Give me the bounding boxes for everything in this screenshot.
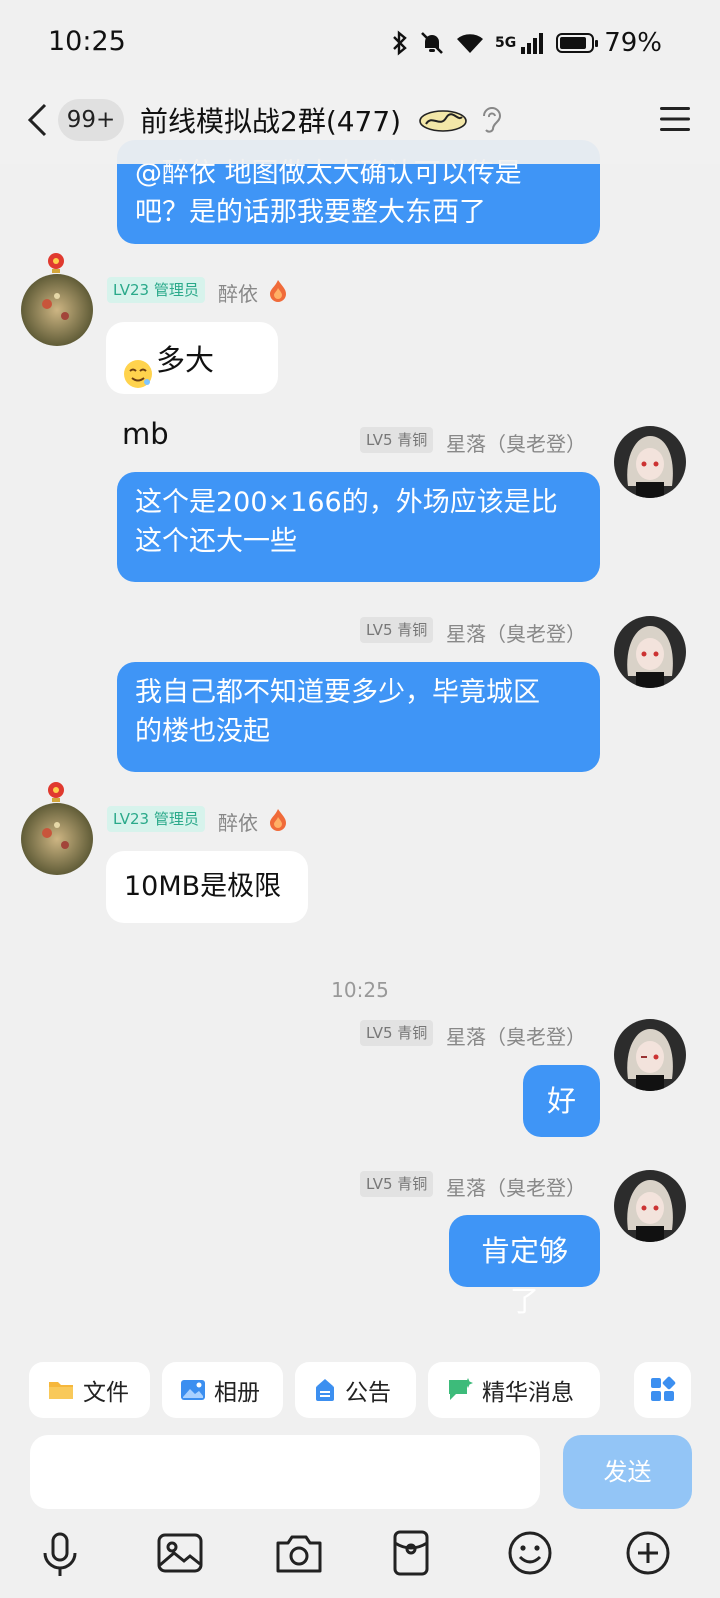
essence-icon — [449, 1378, 473, 1400]
album-icon — [181, 1380, 205, 1400]
camera-icon[interactable] — [273, 1527, 325, 1579]
mute-bell-icon — [421, 32, 443, 54]
level-badge: LV23 管理员 — [107, 277, 205, 303]
image-icon[interactable] — [154, 1527, 206, 1579]
ear-icon[interactable] — [480, 104, 502, 136]
network-label: 5G — [494, 35, 517, 51]
back-icon[interactable] — [26, 102, 48, 138]
level-badge: LV5 青铜 — [360, 1171, 434, 1197]
sender-name[interactable]: 星落（臭老登） — [446, 1172, 586, 1201]
avatar-zuiyi[interactable] — [21, 274, 93, 346]
time-separator: 10:25 — [331, 978, 389, 1002]
avatar-xingluo[interactable] — [614, 1170, 686, 1242]
avatar-xingluo[interactable] — [614, 426, 686, 498]
sender-name[interactable]: 醉依 — [218, 807, 258, 836]
menu-icon[interactable] — [658, 104, 692, 134]
battery-percent: 79% — [604, 28, 662, 58]
message-bubble[interactable]: 好 — [523, 1065, 600, 1137]
message-bubble[interactable]: 我自己都不知道要多少，毕竟城区 的楼也没起 — [117, 662, 600, 772]
chat-title[interactable]: 前线模拟战2群(477) — [140, 100, 401, 140]
send-button[interactable]: 发送 — [563, 1435, 692, 1509]
signal-icon — [521, 33, 544, 54]
message-bubble[interactable]: 10MB是极限 — [106, 851, 308, 923]
level-badge: LV23 管理员 — [107, 806, 205, 832]
notice-icon — [316, 1379, 334, 1401]
file-button[interactable]: 文件 — [29, 1362, 150, 1418]
level-badge: LV5 青铜 — [360, 1020, 434, 1046]
message-bubble[interactable]: 这个是200×166的，外场应该是比 这个还大一些 — [117, 472, 600, 582]
sender-name[interactable]: 醉依 — [218, 278, 258, 307]
admin-crown-icon — [46, 781, 66, 803]
flame-icon — [270, 809, 286, 831]
sender-name[interactable]: 星落（臭老登） — [446, 428, 586, 457]
battery-icon — [556, 33, 599, 53]
level-badge: LV5 青铜 — [360, 617, 434, 643]
wifi-icon — [456, 34, 483, 53]
more-apps-button[interactable] — [634, 1362, 691, 1418]
sender-name[interactable]: 星落（臭老登） — [446, 1021, 586, 1050]
message-input[interactable] — [30, 1435, 540, 1509]
sender-name[interactable]: 星落（臭老登） — [446, 618, 586, 647]
album-button[interactable]: 相册 — [162, 1362, 283, 1418]
apps-grid-icon — [650, 1376, 675, 1401]
admin-crown-icon — [46, 252, 66, 274]
red-packet-icon[interactable] — [385, 1527, 437, 1579]
avatar-xingluo[interactable] — [614, 1019, 686, 1091]
level-badge: LV5 青铜 — [360, 427, 434, 453]
elixir-badge-icon — [419, 110, 467, 132]
essence-button[interactable]: 精华消息 — [428, 1362, 600, 1418]
bluetooth-icon — [393, 30, 407, 56]
notice-button[interactable]: 公告 — [295, 1362, 416, 1418]
emoji-icon[interactable] — [504, 1527, 556, 1579]
avatar-xingluo[interactable] — [614, 616, 686, 688]
unread-badge[interactable]: 99+ — [58, 99, 124, 141]
message-bubble[interactable]: 肯定够了 — [449, 1215, 600, 1318]
flame-icon — [270, 280, 286, 302]
drool-emoji-icon — [122, 344, 154, 388]
plus-icon[interactable] — [622, 1527, 674, 1579]
avatar-zuiyi[interactable] — [21, 803, 93, 875]
message-bubble[interactable]: 多大mb — [106, 322, 278, 451]
microphone-icon[interactable] — [34, 1529, 86, 1581]
folder-icon — [49, 1382, 73, 1399]
status-time: 10:25 — [48, 26, 126, 57]
status-icons: 5G 79% — [391, 28, 662, 58]
